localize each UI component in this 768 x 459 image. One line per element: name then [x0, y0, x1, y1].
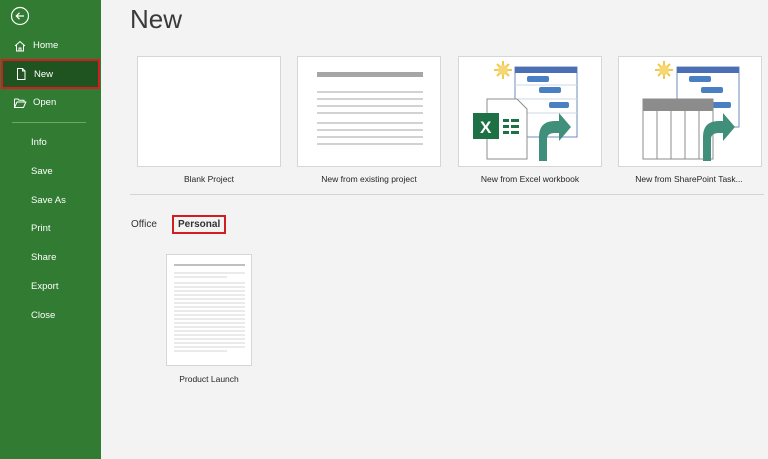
- back-arrow-icon[interactable]: [10, 6, 30, 26]
- document-icon: [14, 67, 28, 81]
- sidebar-item-label: Close: [31, 310, 56, 321]
- category-office[interactable]: Office: [131, 219, 157, 230]
- sidebar-item-share[interactable]: Share: [0, 243, 101, 272]
- sidebar-item-print[interactable]: Print: [0, 214, 101, 243]
- sharepoint-task-tile[interactable]: [618, 56, 762, 167]
- sidebar-item-label: Info: [31, 137, 47, 148]
- sidebar-item-label: Print: [31, 223, 51, 234]
- sidebar-item-info[interactable]: Info: [0, 128, 101, 157]
- folder-open-icon: [13, 96, 27, 110]
- tile-label: New from SharePoint Task...: [635, 174, 743, 184]
- excel-import-icon: X: [473, 61, 578, 161]
- sidebar-item-export[interactable]: Export: [0, 272, 101, 301]
- sidebar-item-label: Home: [33, 40, 59, 51]
- sidebar-item-close[interactable]: Close: [0, 301, 101, 330]
- sidebar-item-save-as[interactable]: Save As: [0, 186, 101, 215]
- sidebar-item-label: New: [34, 68, 54, 80]
- tile-label: Blank Project: [183, 174, 235, 184]
- section-divider: [130, 194, 764, 195]
- sidebar-item-label: Export: [31, 281, 59, 292]
- sharepoint-import-icon: [642, 61, 740, 161]
- template-label: Product Launch: [179, 374, 239, 384]
- sidebar-item-label: Share: [31, 252, 57, 263]
- tile-label: New from Excel workbook: [480, 174, 580, 184]
- existing-project-tile[interactable]: [297, 56, 441, 167]
- category-personal[interactable]: Personal: [172, 215, 227, 234]
- sidebar-item-new[interactable]: New: [1, 59, 100, 89]
- tile-label: New from existing project: [321, 174, 417, 184]
- document-lines-icon: [317, 72, 423, 145]
- sidebar-item-open[interactable]: Open: [0, 88, 101, 117]
- product-launch-template[interactable]: [166, 254, 252, 366]
- blank-project-tile[interactable]: [137, 56, 281, 167]
- template-preview-icon: [174, 264, 245, 352]
- excel-workbook-tile[interactable]: X: [458, 56, 602, 167]
- sidebar-item-label: Save: [31, 166, 53, 177]
- sidebar-item-label: Open: [33, 97, 57, 108]
- page-title: New: [130, 4, 183, 34]
- sidebar-item-save[interactable]: Save: [0, 157, 101, 186]
- sidebar-item-label: Save As: [31, 195, 66, 206]
- sidebar-divider: [12, 122, 86, 123]
- sidebar-item-home[interactable]: Home: [0, 31, 101, 60]
- svg-text:X: X: [480, 118, 492, 137]
- home-icon: [13, 39, 27, 53]
- backstage-sidebar: Home New Open Info Save Save As Print Sh…: [0, 0, 101, 459]
